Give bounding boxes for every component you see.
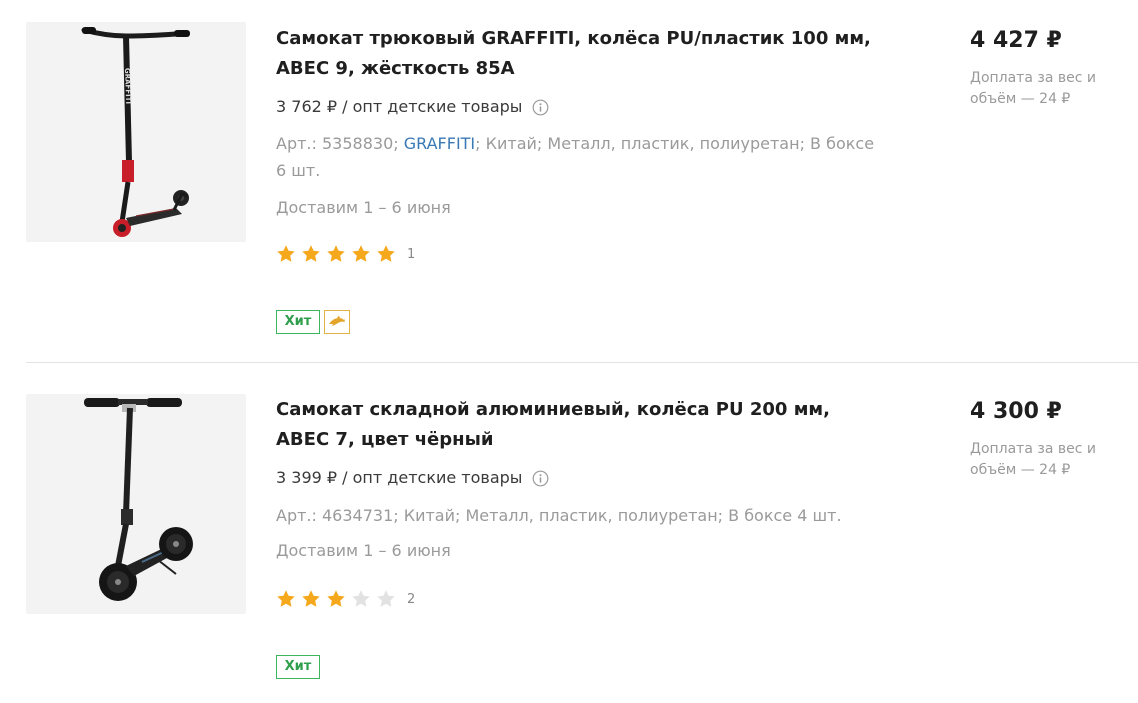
wholesale-price-row: 3 399 ₽ / опт детские товары <box>276 467 549 489</box>
divider <box>26 362 1138 363</box>
stunt-scooter-image: GRAFFITI <box>26 22 246 242</box>
product-meta: Арт.: 4634731; Китай; Металл, пластик, п… <box>276 502 876 529</box>
badges: Хит <box>276 310 350 334</box>
wholesale-price: 3 399 ₽ / опт детские товары <box>276 468 523 487</box>
star-icon <box>277 245 295 262</box>
wholesale-price-row: 3 762 ₽ / опт детские товары <box>276 96 549 118</box>
dolphin-icon <box>329 315 345 326</box>
hit-badge: Хит <box>276 655 320 679</box>
meta-article: Арт.: 5358830; <box>276 134 404 153</box>
delivery-info: Доставим 1 – 6 июня <box>276 541 451 560</box>
star-icon <box>302 590 320 607</box>
product-image-stunt-scooter[interactable]: GRAFFITI <box>26 22 246 242</box>
product-meta: Арт.: 5358830; GRAFFITI; Китай; Металл, … <box>276 130 876 184</box>
folding-scooter-image <box>26 394 246 614</box>
star-icon <box>302 245 320 262</box>
star-icon <box>377 590 395 607</box>
product-price: 4 427 ₽ <box>970 28 1062 53</box>
delivery-info: Доставим 1 – 6 июня <box>276 198 451 217</box>
rating[interactable]: 2 <box>276 589 415 609</box>
rating[interactable]: 1 <box>276 244 415 264</box>
hit-badge: Хит <box>276 310 320 334</box>
star-icon <box>327 245 345 262</box>
svg-text:GRAFFITI: GRAFFITI <box>123 68 132 104</box>
meta-details: Арт.: 4634731; Китай; Металл, пластик, п… <box>276 506 842 525</box>
star-icon <box>352 590 370 607</box>
surcharge-note: Доплата за вес и объём — 24 ₽ <box>970 441 1096 478</box>
star-icon <box>352 245 370 262</box>
product-title[interactable]: Самокат складной алюминиевый, колёса PU … <box>276 395 876 455</box>
badges: Хит <box>276 655 320 679</box>
product-title[interactable]: Самокат трюковый GRAFFITI, колёса PU/пла… <box>276 24 876 84</box>
brand-link[interactable]: GRAFFITI <box>404 134 475 153</box>
star-icon <box>327 590 345 607</box>
review-count[interactable]: 2 <box>407 592 415 607</box>
surcharge-note: Доплата за вес и объём — 24 ₽ <box>970 70 1096 107</box>
info-icon[interactable] <box>532 470 549 487</box>
dolphin-badge <box>324 310 350 334</box>
star-icon <box>277 590 295 607</box>
review-count[interactable]: 1 <box>407 247 415 262</box>
product-card: Самокат складной алюминиевый, колёса PU … <box>0 364 1138 703</box>
product-price: 4 300 ₽ <box>970 399 1062 424</box>
product-card: GRAFFITI Самокат трюковый GRAFFITI, колё… <box>0 0 1138 362</box>
info-icon[interactable] <box>532 99 549 116</box>
product-image-folding-scooter[interactable] <box>26 394 246 614</box>
wholesale-price: 3 762 ₽ / опт детские товары <box>276 97 523 116</box>
star-icon <box>377 245 395 262</box>
